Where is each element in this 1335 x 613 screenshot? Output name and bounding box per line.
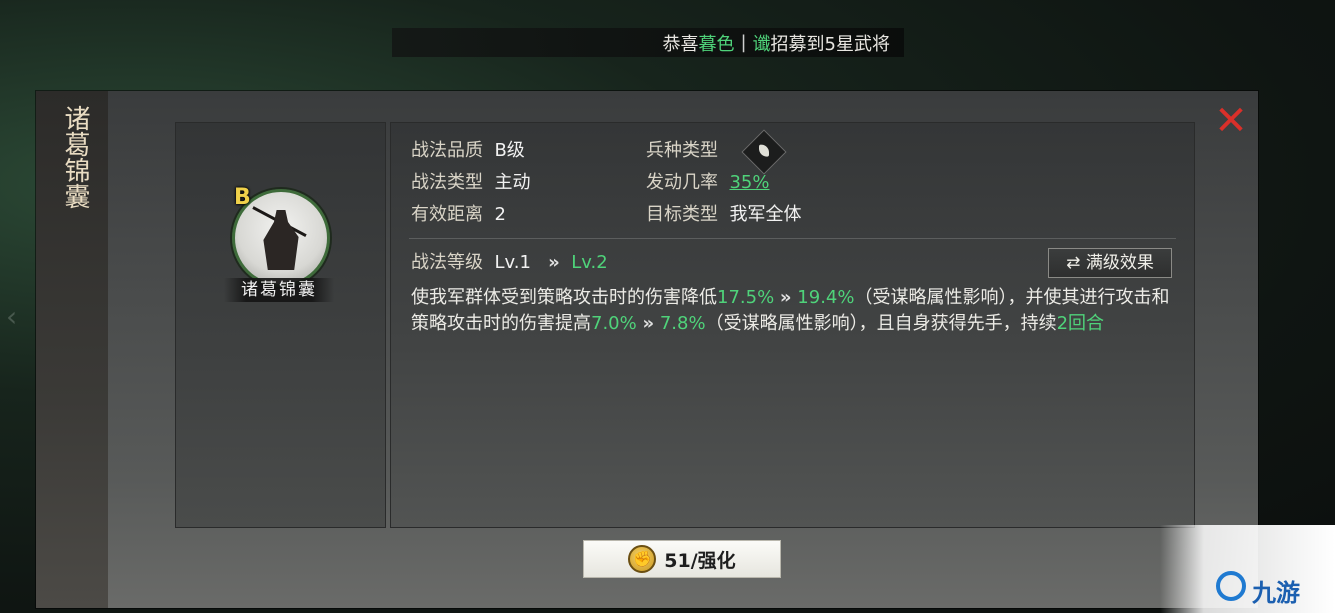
rate-row: 发动几率 35% [646, 173, 769, 193]
panel-title: 诸葛锦囊 [60, 105, 90, 209]
desc-text-1: 使我军群体受到策略攻击时的伤害降低 [411, 287, 717, 308]
side-title-bar: 诸葛锦囊 [36, 91, 108, 608]
skill-portrait-box: B 诸葛锦囊 [175, 122, 386, 528]
desc-value-1a: 17.5% [717, 287, 775, 308]
level-current: Lv.1 [494, 252, 531, 273]
announcement-banner: 恭喜 暮色 | 谶招募到5星武将 [392, 28, 904, 57]
level-next: Lv.2 [571, 252, 608, 273]
close-icon[interactable]: ✕ [1212, 101, 1250, 141]
banner-player: 暮色 [698, 33, 735, 55]
desc-arrow-icon: » [779, 287, 792, 308]
max-level-button[interactable]: ⇄ 满级效果 [1048, 248, 1172, 278]
skill-description: 使我军群体受到策略攻击时的伤害降低17.5% » 19.4% （受谋略属性影响），… [411, 285, 1181, 337]
type-row: 战法类型 主动 [411, 173, 530, 193]
skill-detail-panel: 诸葛锦囊 ✕ B 诸葛锦囊 战法品质 B级 兵种类型 战法类型 主动 发动几率 … [36, 91, 1258, 608]
desc-value-1b: 19.4% [797, 287, 855, 308]
rate-label: 发动几率 [646, 172, 718, 193]
type-label: 战法类型 [411, 172, 483, 193]
target-label: 目标类型 [646, 204, 718, 225]
upgrade-button[interactable]: ✊ 51/强化 [583, 540, 781, 578]
desc-arrow-icon: » [642, 313, 655, 334]
quality-label: 战法品质 [411, 140, 483, 161]
desc-text-3: （受谋略属性影响），且自身获得先手，持续 [705, 313, 1057, 334]
unit-type-label: 兵种类型 [646, 140, 718, 161]
fist-icon: ✊ [628, 545, 657, 573]
level-row: 战法等级 Lv.1 » Lv.2 [411, 253, 608, 273]
grade-badge: B [234, 185, 251, 210]
back-arrow-icon: ‹ [6, 300, 18, 333]
banner-separator: | [740, 32, 747, 53]
swap-icon: ⇄ [1066, 253, 1081, 273]
unit-type-row: 兵种类型 [646, 141, 718, 161]
type-value: 主动 [494, 172, 531, 193]
desc-value-3: 2回合 [1056, 313, 1105, 334]
divider [409, 238, 1176, 239]
cavalry-icon [741, 129, 787, 175]
level-label: 战法等级 [411, 252, 483, 273]
banner-hero-char: 谶 [752, 33, 771, 55]
watermark-logo-icon [1216, 571, 1246, 601]
quality-value: B级 [494, 140, 525, 161]
watermark-text: 九游 [1252, 579, 1300, 607]
range-value: 2 [494, 204, 506, 225]
upgrade-label: 51/强化 [664, 549, 736, 572]
rate-value[interactable]: 35% [729, 172, 769, 193]
target-row: 目标类型 我军全体 [646, 205, 801, 225]
banner-prefix: 恭喜 [662, 33, 699, 55]
range-label: 有效距离 [411, 204, 483, 225]
target-value: 我军全体 [729, 204, 802, 225]
max-level-label: 满级效果 [1085, 253, 1154, 273]
range-row: 有效距离 2 [411, 205, 506, 225]
quality-row: 战法品质 B级 [411, 141, 525, 161]
skill-name-plate: 诸葛锦囊 [224, 278, 334, 302]
desc-value-2b: 7.8% [659, 313, 706, 334]
watermark: 九游 [1160, 525, 1335, 613]
level-arrow-icon: » [548, 252, 560, 273]
banner-message: 招募到5星武将 [770, 33, 890, 55]
warrior-figure [263, 210, 299, 270]
desc-value-2a: 7.0% [591, 313, 637, 334]
skill-info-box: 战法品质 B级 兵种类型 战法类型 主动 发动几率 35% 有效距离 2 目标类… [390, 122, 1195, 528]
